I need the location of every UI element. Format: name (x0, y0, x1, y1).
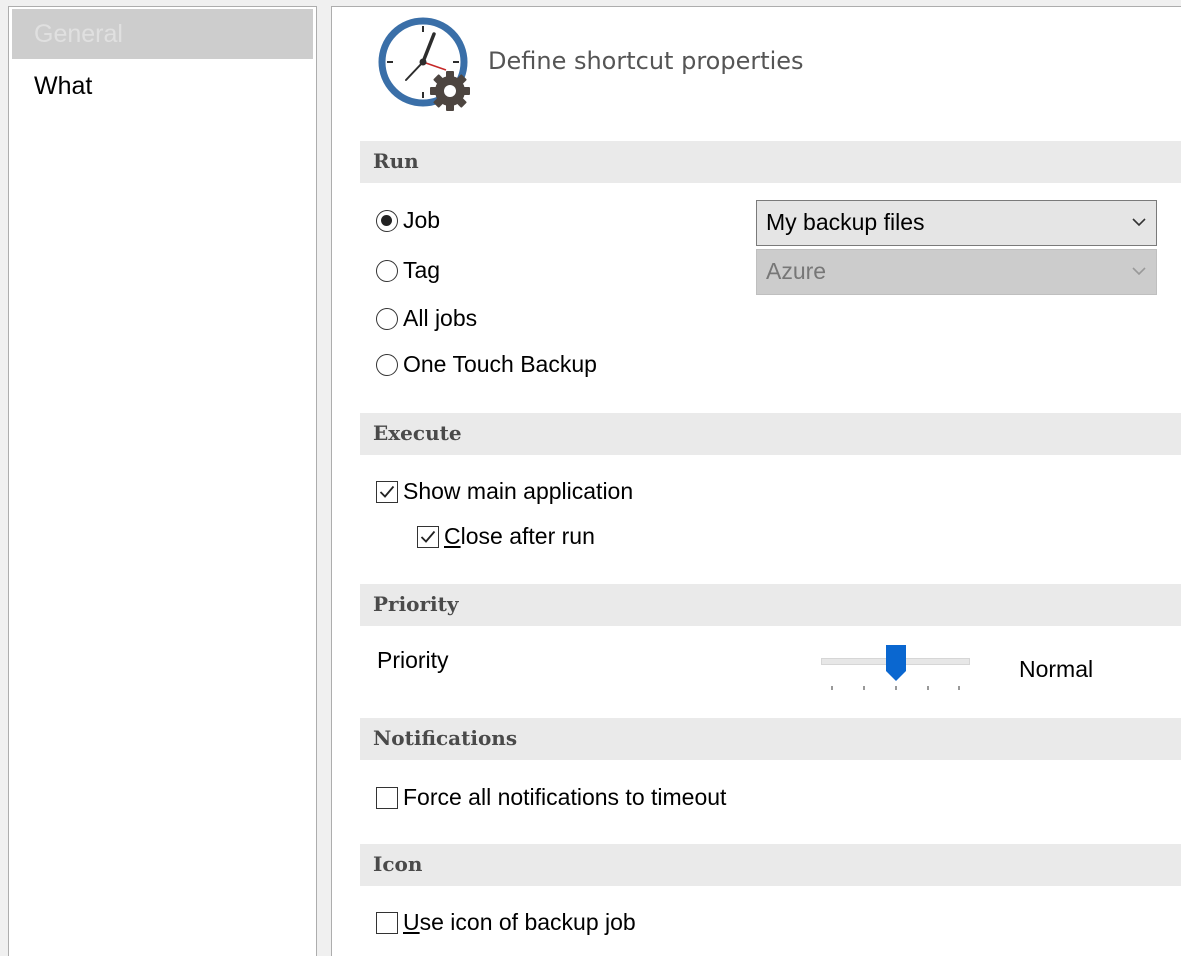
section-header-icon: Icon (360, 844, 1181, 886)
checkbox[interactable] (417, 525, 439, 548)
show-main-application-label: Show main application (403, 478, 634, 504)
show-main-application-checkbox[interactable]: Show main application (376, 478, 633, 505)
close-after-run-label: Close after run (444, 523, 595, 549)
force-notifications-timeout-checkbox[interactable]: Force all notifications to timeout (376, 784, 726, 811)
checkbox[interactable] (376, 786, 398, 809)
priority-label: Priority (377, 647, 449, 673)
sidebar: General What (8, 6, 317, 956)
section-header-run: Run (360, 141, 1181, 183)
use-icon-of-backup-job-checkbox[interactable]: Use icon of backup job (376, 909, 636, 936)
radio-job-label: Job (403, 207, 441, 233)
radio-all-jobs[interactable]: All jobs (376, 305, 477, 332)
radio-tag-label: Tag (403, 257, 441, 283)
radio-one-touch-backup-label: One Touch Backup (403, 351, 597, 377)
slider-tick (831, 686, 833, 690)
page-title: Define shortcut properties (488, 47, 804, 75)
close-after-run-checkbox[interactable]: Close after run (417, 523, 595, 550)
job-select-value: My backup files (766, 209, 925, 235)
properties-panel: Define shortcut properties Run Job Tag A… (331, 6, 1181, 956)
priority-slider-thumb[interactable] (885, 644, 907, 682)
slider-tick (958, 686, 960, 690)
tag-select[interactable]: Azure (756, 249, 1157, 295)
radio-one-touch-backup[interactable]: One Touch Backup (376, 351, 597, 378)
section-header-notifications: Notifications (360, 718, 1181, 760)
checkbox[interactable] (376, 911, 398, 934)
radio-button[interactable] (376, 353, 398, 376)
radio-button[interactable] (376, 259, 398, 282)
tag-select-value: Azure (766, 258, 827, 284)
radio-job[interactable]: Job (376, 207, 440, 234)
checkbox[interactable] (376, 480, 398, 503)
chevron-down-icon[interactable] (1130, 250, 1148, 307)
radio-tag[interactable]: Tag (376, 257, 440, 284)
priority-value: Normal (1019, 656, 1094, 682)
job-select[interactable]: My backup files (756, 200, 1157, 246)
radio-all-jobs-label: All jobs (403, 305, 478, 331)
radio-button[interactable] (376, 209, 398, 232)
slider-tick (927, 686, 929, 690)
use-icon-of-backup-job-label: Use icon of backup job (403, 909, 636, 935)
slider-tick (863, 686, 865, 690)
sidebar-item-what[interactable]: What (12, 61, 313, 111)
sidebar-item-general[interactable]: General (12, 9, 313, 59)
force-notifications-timeout-label: Force all notifications to timeout (403, 784, 727, 810)
clock-gear-icon (376, 14, 476, 114)
slider-tick (895, 686, 897, 690)
section-header-priority: Priority (360, 584, 1181, 626)
radio-button[interactable] (376, 307, 398, 330)
section-header-execute: Execute (360, 413, 1181, 455)
